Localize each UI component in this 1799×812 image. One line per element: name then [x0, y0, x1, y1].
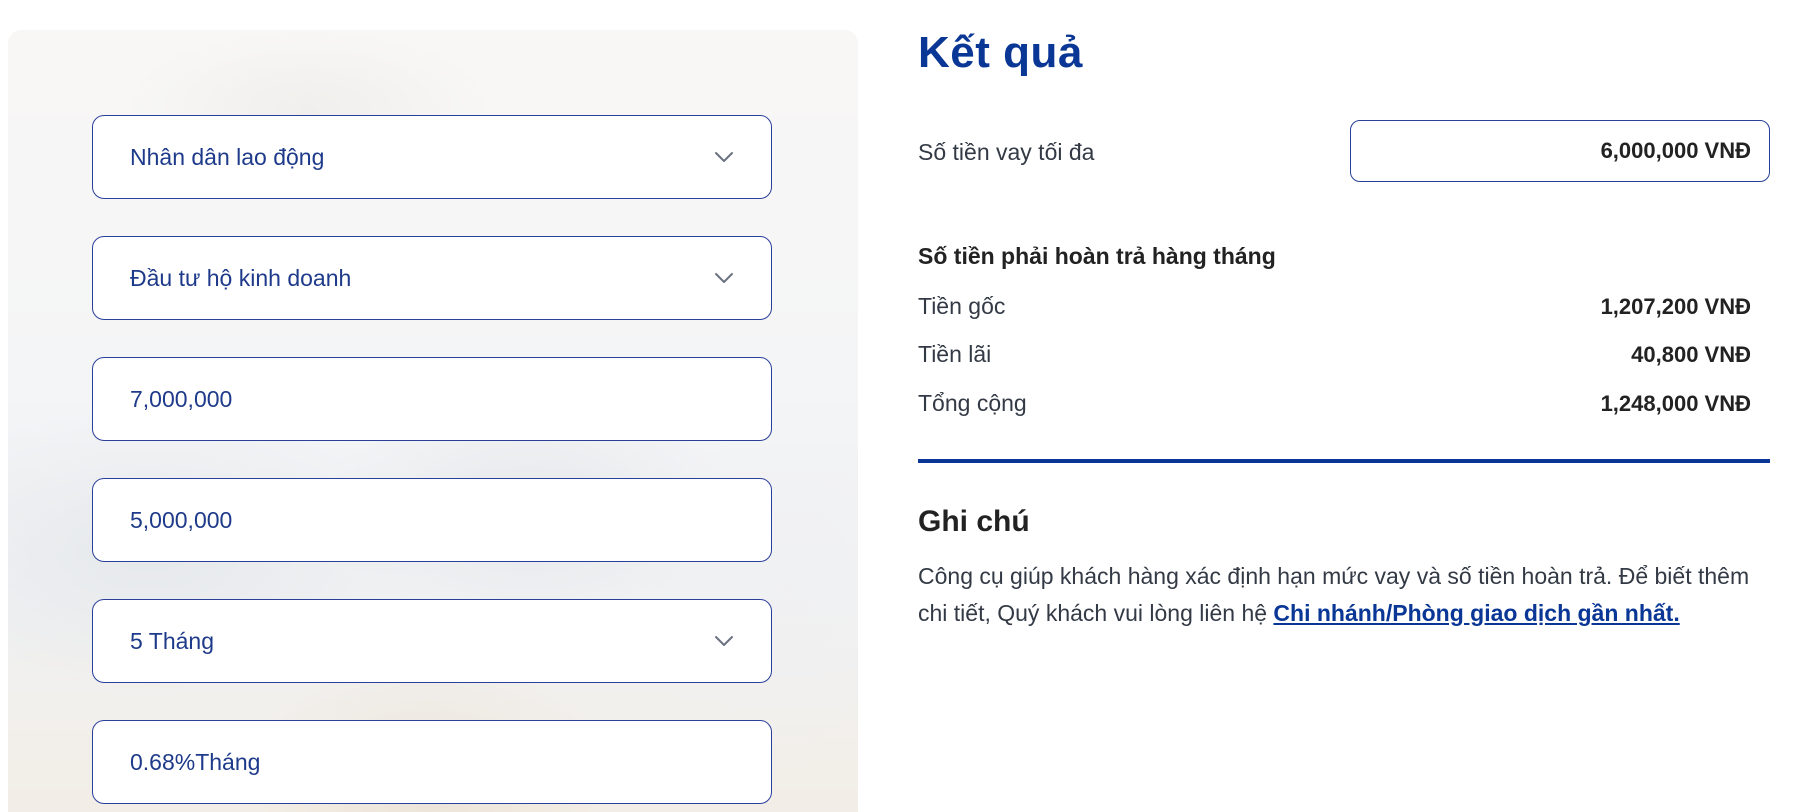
max-loan-value-box: 6,000,000 VNĐ [1350, 120, 1770, 182]
monthly-repayment-heading: Số tiền phải hoàn trả hàng tháng [918, 243, 1276, 269]
section-divider [918, 459, 1770, 463]
total-value: 1,248,000 VNĐ [1600, 391, 1751, 416]
loan-amount-input[interactable]: 5,000,000 [92, 478, 772, 562]
customer-type-select[interactable]: Nhân dân lao động [92, 115, 772, 199]
max-loan-label: Số tiền vay tối đa [918, 139, 1095, 165]
loan-purpose-value: Đầu tư hộ kinh doanh [130, 264, 352, 291]
interest-rate-input[interactable]: 0.68%Tháng [92, 720, 772, 804]
principal-value: 1,207,200 VNĐ [1600, 294, 1751, 319]
chevron-down-icon [713, 146, 735, 168]
loan-term-select[interactable]: 5 Tháng [92, 599, 772, 683]
result-title: Kết quả [918, 28, 1083, 77]
loan-amount-value: 5,000,000 [130, 506, 233, 533]
interest-label: Tiền lãi [918, 341, 992, 367]
loan-purpose-select[interactable]: Đầu tư hộ kinh doanh [92, 236, 772, 320]
total-label: Tổng cộng [918, 390, 1027, 416]
note-text: Công cụ giúp khách hàng xác định hạn mức… [918, 558, 1778, 632]
interest-value: 40,800 VNĐ [1631, 342, 1751, 367]
max-loan-value: 6,000,000 VNĐ [1600, 138, 1751, 163]
note-title: Ghi chú [918, 505, 1030, 538]
interest-rate-value: 0.68%Tháng [130, 748, 261, 775]
chevron-down-icon [713, 267, 735, 289]
chevron-down-icon [713, 630, 735, 652]
income-input[interactable]: 7,000,000 [92, 357, 772, 441]
loan-term-value: 5 Tháng [130, 627, 214, 654]
customer-type-value: Nhân dân lao động [130, 143, 325, 170]
principal-label: Tiền gốc [918, 293, 1006, 319]
income-value: 7,000,000 [130, 385, 233, 412]
branch-link[interactable]: Chi nhánh/Phòng giao dịch gần nhất. [1273, 600, 1679, 626]
